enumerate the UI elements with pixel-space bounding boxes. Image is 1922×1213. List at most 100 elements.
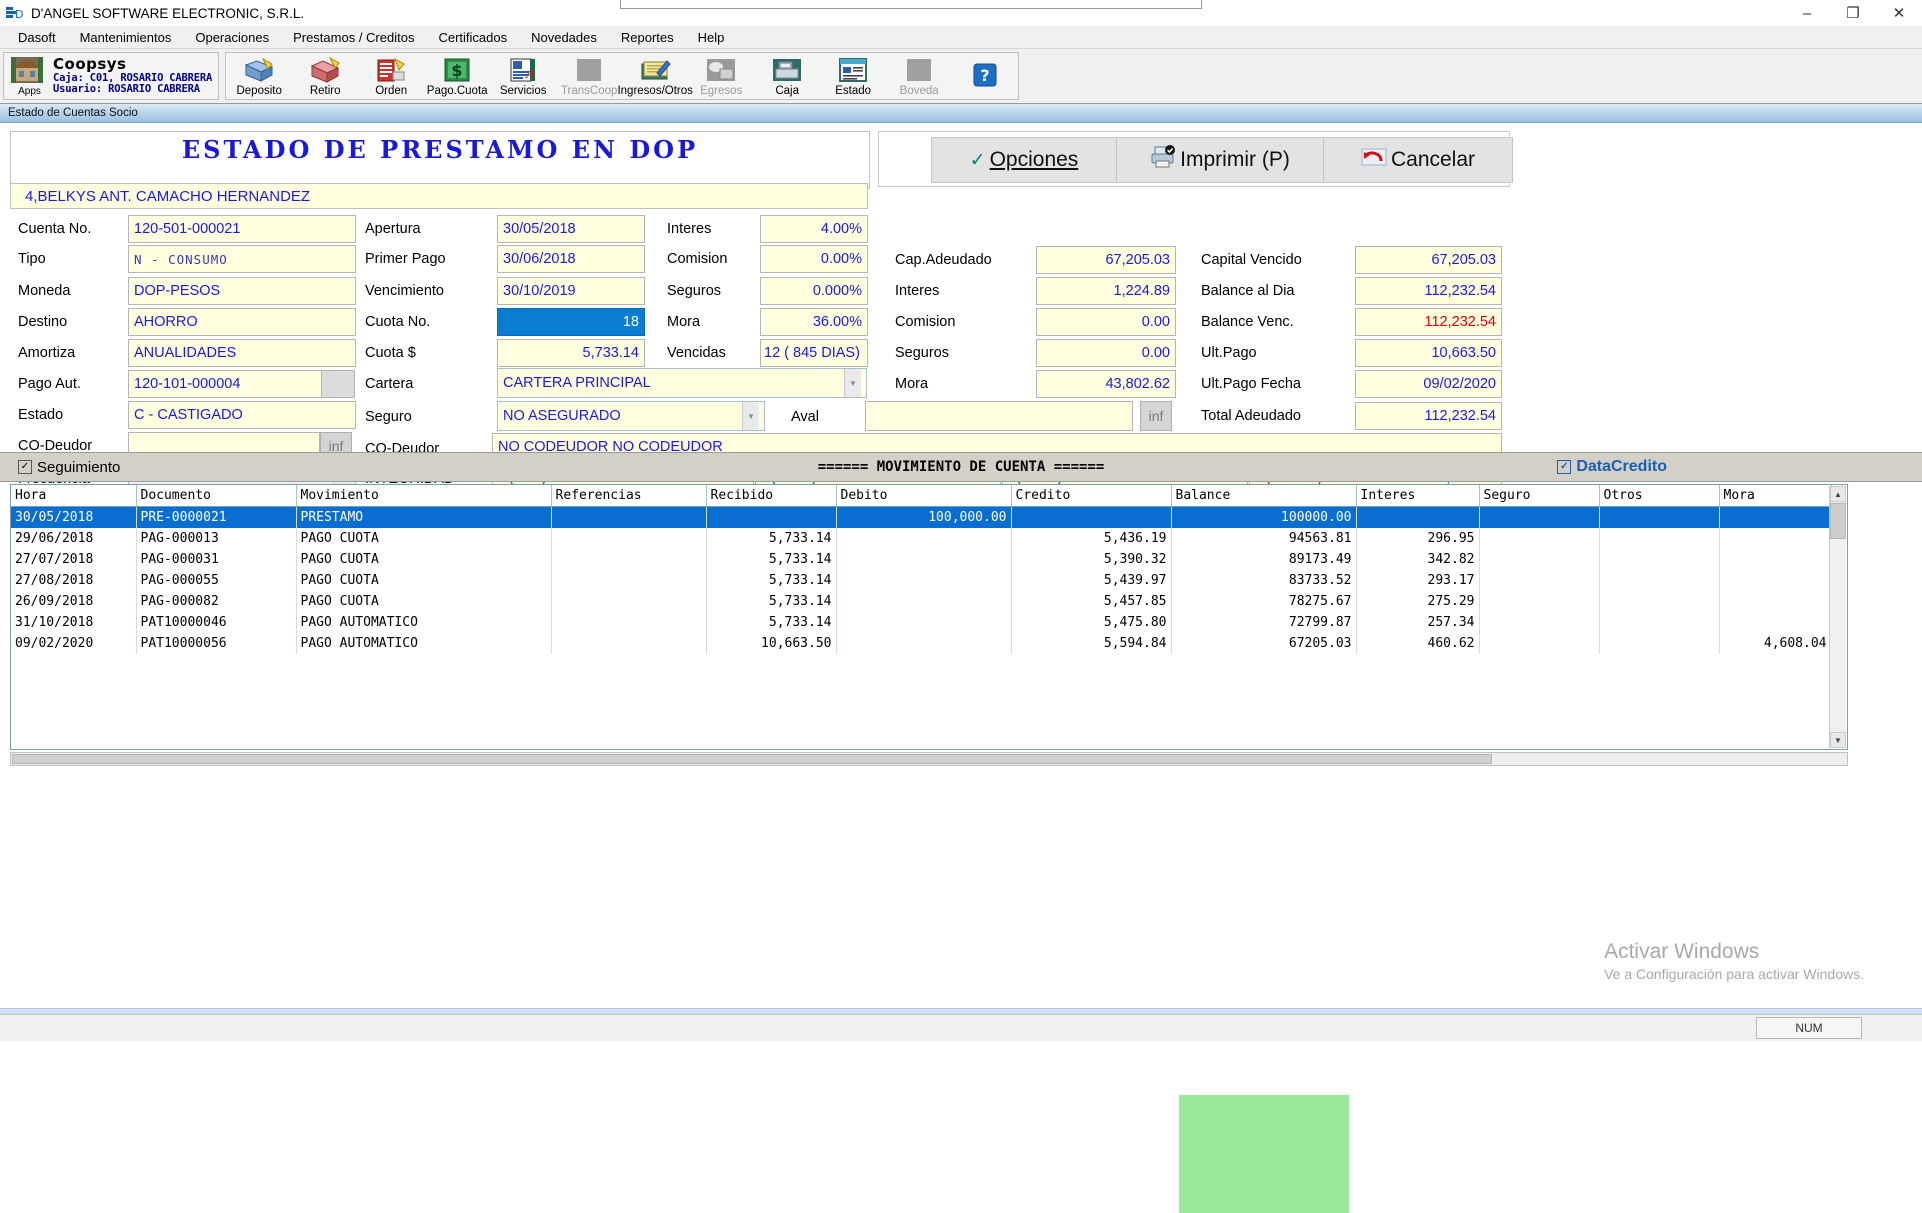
toolbar-button-egresos[interactable]: Egresos <box>688 54 754 98</box>
scroll-down-icon[interactable]: ▼ <box>1830 732 1846 748</box>
col-referencias[interactable]: Referencias <box>551 485 707 507</box>
table-cell-otros <box>1599 612 1720 633</box>
imprimir-button[interactable]: Imprimir (P) <box>1117 137 1324 183</box>
datacredito-checkbox[interactable]: ✓ DataCredito <box>1557 458 1667 476</box>
col-balance[interactable]: Balance <box>1171 485 1357 507</box>
table-row[interactable]: 09/02/2020 PAT10000056 PAGO AUTOMATICO 10,6… <box>11 633 1832 654</box>
table-row[interactable]: 31/10/2018 PAT10000046 PAGO AUTOMATICO 5,73… <box>11 612 1832 633</box>
field-ult-pago-fecha[interactable]: 09/02/2020 <box>1355 370 1502 398</box>
field-cuota-no[interactable]: 18 <box>497 308 645 336</box>
field-mora-amount[interactable]: 43,802.62 <box>1036 370 1176 398</box>
field-interes-amount[interactable]: 1,224.89 <box>1036 277 1176 305</box>
aval-inf-button[interactable]: inf <box>1140 401 1172 431</box>
transcoop-icon <box>573 56 605 84</box>
toolbar-button-caja[interactable]: Caja <box>754 54 820 98</box>
col-hora[interactable]: Hora <box>11 485 137 507</box>
col-seguro[interactable]: Seguro <box>1479 485 1600 507</box>
pago-aut-picker-button[interactable] <box>321 370 355 398</box>
close-button[interactable]: ✕ <box>1876 0 1922 26</box>
field-comision-amount[interactable]: 0.00 <box>1036 308 1176 336</box>
combo-cartera[interactable]: CARTERA PRINCIPAL ▼ <box>497 368 867 398</box>
field-cuenta-no[interactable]: 120-501-000021 <box>128 215 356 243</box>
field-ult-pago[interactable]: 10,663.50 <box>1355 339 1502 367</box>
menu-item-dasoft[interactable]: Dasoft <box>6 28 68 47</box>
table-cell-referencias <box>551 612 707 633</box>
status-icon <box>837 56 869 84</box>
table-cell-movimiento: PAGO CUOTA <box>296 549 552 570</box>
table-cell-recibido: 5,733.14 <box>706 549 837 570</box>
toolbar-button-deposito[interactable]: Deposito <box>226 54 292 98</box>
field-aval[interactable] <box>865 401 1133 431</box>
col-recibido[interactable]: Recibido <box>706 485 837 507</box>
scroll-up-icon[interactable]: ▲ <box>1830 486 1846 502</box>
field-seguros-amount[interactable]: 0.00 <box>1036 339 1176 367</box>
movimientos-grid[interactable]: Hora Documento Movimiento Referencias Re… <box>10 484 1848 1213</box>
field-capital-vencido[interactable]: 67,205.03 <box>1355 246 1502 274</box>
chevron-down-icon[interactable]: ▼ <box>742 402 759 430</box>
minimize-button[interactable]: – <box>1784 0 1830 26</box>
toolbar-button-estado[interactable]: Estado <box>820 54 886 98</box>
menu-item-certificados[interactable]: Certificados <box>426 28 519 47</box>
table-row[interactable]: 26/09/2018 PAG-000082 PAGO CUOTA 5,733.14 5,… <box>11 591 1832 612</box>
col-mora[interactable]: Mora <box>1719 485 1832 507</box>
toolbar-button-pago-cuota[interactable]: $ Pago.Cuota <box>424 54 490 98</box>
col-credito[interactable]: Credito <box>1011 485 1172 507</box>
menu-item-prestamos-creditos[interactable]: Prestamos / Creditos <box>281 28 426 47</box>
maximize-button[interactable]: ❐ <box>1830 0 1876 26</box>
field-total-adeudado[interactable]: 112,232.54 <box>1355 402 1502 430</box>
table-row[interactable]: 30/05/2018 PRE-0000021 PRESTAMO 100,000.00 1… <box>11 506 1832 528</box>
chevron-down-icon[interactable]: ▼ <box>844 369 861 397</box>
field-primer-pago[interactable]: 30/06/2018 <box>497 245 645 273</box>
table-cell-balance: 78275.67 <box>1171 591 1357 612</box>
combo-seguro[interactable]: NO ASEGURADO ▼ <box>497 401 765 431</box>
field-vencidas[interactable]: 12 ( 845 DIAS) <box>760 339 868 367</box>
col-movimiento[interactable]: Movimiento <box>296 485 552 507</box>
scroll-thumb-horizontal[interactable] <box>12 754 1492 764</box>
opciones-button[interactable]: ✓ Opciones <box>931 137 1117 183</box>
table-cell-debito <box>836 633 1012 654</box>
field-apertura[interactable]: 30/05/2018 <box>497 215 645 243</box>
field-mora-rate[interactable]: 36.00% <box>760 308 868 336</box>
toolbar-button-servicios[interactable]: A Servicios <box>490 54 556 98</box>
field-vencimiento[interactable]: 30/10/2019 <box>497 277 645 305</box>
field-seguros-rate[interactable]: 0.000% <box>760 277 868 305</box>
field-balance-vencido[interactable]: 112,232.54 <box>1355 308 1502 336</box>
field-tipo[interactable]: N - CONSUMO <box>128 245 356 273</box>
field-balance-al-dia[interactable]: 112,232.54 <box>1355 277 1502 305</box>
menu-item-operaciones[interactable]: Operaciones <box>183 28 281 47</box>
seguimiento-checkbox[interactable]: ✓ Seguimiento <box>18 459 120 476</box>
toolbar-button-help[interactable]: ? <box>952 60 1018 92</box>
toolbar-button-transcoop[interactable]: TransCoop <box>556 54 622 98</box>
table-row[interactable]: 27/08/2018 PAG-000055 PAGO CUOTA 5,733.14 5,… <box>11 570 1832 591</box>
field-destino[interactable]: AHORRO <box>128 308 356 336</box>
toolbar-button-ingresos-otros[interactable]: Ingresos/Otros <box>617 54 693 98</box>
toolbar-button-orden[interactable]: Orden <box>358 54 424 98</box>
table-cell-documento: PAG-000082 <box>136 591 297 612</box>
field-interes-rate[interactable]: 4.00% <box>760 215 868 243</box>
field-estado[interactable]: C - CASTIGADO <box>128 401 356 429</box>
menu-item-novedades[interactable]: Novedades <box>519 28 609 47</box>
table-cell-otros <box>1599 528 1720 549</box>
toolbar-button-boveda[interactable]: Boveda <box>886 54 952 98</box>
menu-item-help[interactable]: Help <box>686 28 737 47</box>
col-documento[interactable]: Documento <box>136 485 297 507</box>
toolbar-button-retiro[interactable]: Retiro <box>292 54 358 98</box>
col-debito[interactable]: Debito <box>836 485 1012 507</box>
cancelar-button[interactable]: Cancelar <box>1324 137 1513 183</box>
menu-item-mantenimientos[interactable]: Mantenimientos <box>68 28 184 47</box>
table-row[interactable]: 29/06/2018 PAG-000013 PAGO CUOTA 5,733.14 5,… <box>11 528 1832 549</box>
field-pago-aut[interactable]: 120-101-000004 <box>128 370 322 398</box>
table-row[interactable]: 27/07/2018 PAG-000031 PAGO CUOTA 5,733.14 5,… <box>11 549 1832 570</box>
field-cuota-monto[interactable]: 5,733.14 <box>497 339 645 367</box>
grid-horizontal-scrollbar[interactable] <box>10 752 1848 766</box>
col-interes[interactable]: Interes <box>1356 485 1480 507</box>
field-moneda[interactable]: DOP-PESOS <box>128 277 356 305</box>
col-otros[interactable]: Otros <box>1599 485 1720 507</box>
field-comision-rate[interactable]: 0.00% <box>760 245 868 273</box>
apps-button[interactable]: Apps Coopsys Caja: C01, ROSARIO CABRERA … <box>4 56 218 97</box>
grid-vertical-scrollbar[interactable]: ▲ ▼ <box>1829 486 1846 748</box>
menu-item-reportes[interactable]: Reportes <box>609 28 686 47</box>
scroll-thumb[interactable] <box>1830 503 1846 539</box>
field-amortiza[interactable]: ANUALIDADES <box>128 339 356 367</box>
field-cap-adeudado[interactable]: 67,205.03 <box>1036 246 1176 274</box>
